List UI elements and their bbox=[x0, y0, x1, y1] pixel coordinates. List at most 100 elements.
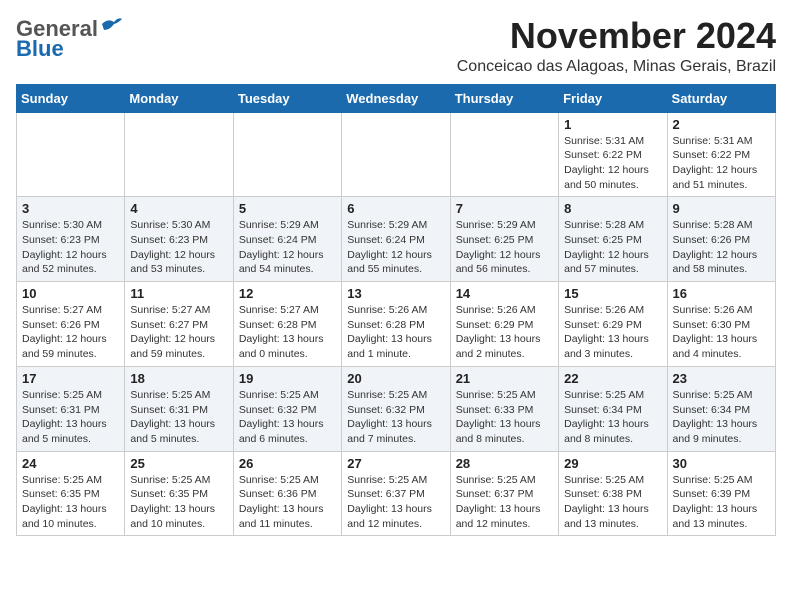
calendar-cell: 22Sunrise: 5:25 AM Sunset: 6:34 PM Dayli… bbox=[559, 366, 667, 451]
calendar-cell: 1 Sunrise: 5:31 AM Sunset: 6:22 PM Daylig… bbox=[559, 112, 667, 197]
day-number: 7 bbox=[456, 201, 553, 216]
day-info: Sunrise: 5:29 AM Sunset: 6:25 PM Dayligh… bbox=[456, 218, 553, 277]
calendar-cell: 21Sunrise: 5:25 AM Sunset: 6:33 PM Dayli… bbox=[450, 366, 558, 451]
day-number: 6 bbox=[347, 201, 444, 216]
day-number: 16 bbox=[673, 286, 770, 301]
day-info: Sunrise: 5:26 AM Sunset: 6:29 PM Dayligh… bbox=[564, 303, 661, 362]
day-info: Sunrise: 5:29 AM Sunset: 6:24 PM Dayligh… bbox=[347, 218, 444, 277]
calendar-cell: 14 Sunrise: 5:26 AM Sunset: 6:29 PM Dayli… bbox=[450, 282, 558, 367]
month-title: November 2024 bbox=[457, 16, 776, 56]
day-number: 19 bbox=[239, 371, 336, 386]
calendar-cell: 2Sunrise: 5:31 AM Sunset: 6:22 PM Daylig… bbox=[667, 112, 775, 197]
day-number: 25 bbox=[130, 456, 227, 471]
location-title: Conceicao das Alagoas, Minas Gerais, Bra… bbox=[457, 58, 776, 76]
calendar-cell: 8 Sunrise: 5:28 AM Sunset: 6:25 PM Daylig… bbox=[559, 197, 667, 282]
day-number: 30 bbox=[673, 456, 770, 471]
weekday-header-tuesday: Tuesday bbox=[233, 84, 341, 112]
calendar-cell: 7 Sunrise: 5:29 AM Sunset: 6:25 PM Daylig… bbox=[450, 197, 558, 282]
day-number: 15 bbox=[564, 286, 661, 301]
calendar-cell bbox=[450, 112, 558, 197]
calendar-week-row: 17 Sunrise: 5:25 AM Sunset: 6:31 PM Dayli… bbox=[17, 366, 776, 451]
calendar-cell: 19 Sunrise: 5:25 AM Sunset: 6:32 PM Dayli… bbox=[233, 366, 341, 451]
calendar-cell: 5 Sunrise: 5:29 AM Sunset: 6:24 PM Daylig… bbox=[233, 197, 341, 282]
weekday-header-thursday: Thursday bbox=[450, 84, 558, 112]
day-info: Sunrise: 5:27 AM Sunset: 6:27 PM Dayligh… bbox=[130, 303, 227, 362]
day-info: Sunrise: 5:29 AM Sunset: 6:24 PM Dayligh… bbox=[239, 218, 336, 277]
calendar-cell bbox=[233, 112, 341, 197]
day-info: Sunrise: 5:25 AM Sunset: 6:35 PM Dayligh… bbox=[130, 473, 227, 532]
calendar-cell: 4 Sunrise: 5:30 AM Sunset: 6:23 PM Daylig… bbox=[125, 197, 233, 282]
calendar-week-row: 24 Sunrise: 5:25 AM Sunset: 6:35 PM Dayli… bbox=[17, 451, 776, 536]
calendar-cell: 25 Sunrise: 5:25 AM Sunset: 6:35 PM Dayli… bbox=[125, 451, 233, 536]
day-number: 28 bbox=[456, 456, 553, 471]
calendar-cell: 27Sunrise: 5:25 AM Sunset: 6:37 PM Dayli… bbox=[342, 451, 450, 536]
day-info: Sunrise: 5:25 AM Sunset: 6:36 PM Dayligh… bbox=[239, 473, 336, 532]
calendar-cell: 29 Sunrise: 5:25 AM Sunset: 6:38 PM Dayli… bbox=[559, 451, 667, 536]
calendar-cell: 26 Sunrise: 5:25 AM Sunset: 6:36 PM Dayli… bbox=[233, 451, 341, 536]
day-info: Sunrise: 5:27 AM Sunset: 6:28 PM Dayligh… bbox=[239, 303, 336, 362]
day-info: Sunrise: 5:28 AM Sunset: 6:25 PM Dayligh… bbox=[564, 218, 661, 277]
day-info: Sunrise: 5:25 AM Sunset: 6:37 PM Dayligh… bbox=[456, 473, 553, 532]
calendar-cell: 12 Sunrise: 5:27 AM Sunset: 6:28 PM Dayli… bbox=[233, 282, 341, 367]
calendar-cell bbox=[125, 112, 233, 197]
logo-bird-icon bbox=[100, 16, 122, 34]
calendar-cell: 10Sunrise: 5:27 AM Sunset: 6:26 PM Dayli… bbox=[17, 282, 125, 367]
day-info: Sunrise: 5:25 AM Sunset: 6:35 PM Dayligh… bbox=[22, 473, 119, 532]
day-number: 24 bbox=[22, 456, 119, 471]
day-number: 22 bbox=[564, 371, 661, 386]
calendar-cell: 20 Sunrise: 5:25 AM Sunset: 6:32 PM Dayli… bbox=[342, 366, 450, 451]
calendar-cell: 15 Sunrise: 5:26 AM Sunset: 6:29 PM Dayli… bbox=[559, 282, 667, 367]
day-info: Sunrise: 5:25 AM Sunset: 6:34 PM Dayligh… bbox=[673, 388, 770, 447]
day-number: 23 bbox=[673, 371, 770, 386]
day-number: 1 bbox=[564, 117, 661, 132]
day-number: 26 bbox=[239, 456, 336, 471]
calendar-cell: 17 Sunrise: 5:25 AM Sunset: 6:31 PM Dayli… bbox=[17, 366, 125, 451]
day-number: 4 bbox=[130, 201, 227, 216]
day-info: Sunrise: 5:25 AM Sunset: 6:31 PM Dayligh… bbox=[22, 388, 119, 447]
calendar-cell: 30Sunrise: 5:25 AM Sunset: 6:39 PM Dayli… bbox=[667, 451, 775, 536]
calendar-cell bbox=[17, 112, 125, 197]
day-info: Sunrise: 5:26 AM Sunset: 6:30 PM Dayligh… bbox=[673, 303, 770, 362]
day-info: Sunrise: 5:25 AM Sunset: 6:32 PM Dayligh… bbox=[347, 388, 444, 447]
day-number: 5 bbox=[239, 201, 336, 216]
calendar-week-row: 10Sunrise: 5:27 AM Sunset: 6:26 PM Dayli… bbox=[17, 282, 776, 367]
calendar-cell: 3Sunrise: 5:30 AM Sunset: 6:23 PM Daylig… bbox=[17, 197, 125, 282]
day-info: Sunrise: 5:25 AM Sunset: 6:38 PM Dayligh… bbox=[564, 473, 661, 532]
day-info: Sunrise: 5:31 AM Sunset: 6:22 PM Dayligh… bbox=[564, 134, 661, 193]
day-info: Sunrise: 5:28 AM Sunset: 6:26 PM Dayligh… bbox=[673, 218, 770, 277]
logo-blue: Blue bbox=[16, 36, 64, 62]
calendar-cell: 9Sunrise: 5:28 AM Sunset: 6:26 PM Daylig… bbox=[667, 197, 775, 282]
weekday-header-saturday: Saturday bbox=[667, 84, 775, 112]
calendar-header-row: SundayMondayTuesdayWednesdayThursdayFrid… bbox=[17, 84, 776, 112]
weekday-header-sunday: Sunday bbox=[17, 84, 125, 112]
day-info: Sunrise: 5:26 AM Sunset: 6:28 PM Dayligh… bbox=[347, 303, 444, 362]
day-number: 20 bbox=[347, 371, 444, 386]
day-info: Sunrise: 5:30 AM Sunset: 6:23 PM Dayligh… bbox=[130, 218, 227, 277]
day-info: Sunrise: 5:26 AM Sunset: 6:29 PM Dayligh… bbox=[456, 303, 553, 362]
day-info: Sunrise: 5:30 AM Sunset: 6:23 PM Dayligh… bbox=[22, 218, 119, 277]
calendar-table: SundayMondayTuesdayWednesdayThursdayFrid… bbox=[16, 84, 776, 537]
day-number: 2 bbox=[673, 117, 770, 132]
day-info: Sunrise: 5:25 AM Sunset: 6:31 PM Dayligh… bbox=[130, 388, 227, 447]
calendar-week-row: 1 Sunrise: 5:31 AM Sunset: 6:22 PM Daylig… bbox=[17, 112, 776, 197]
calendar-cell: 11 Sunrise: 5:27 AM Sunset: 6:27 PM Dayli… bbox=[125, 282, 233, 367]
day-info: Sunrise: 5:25 AM Sunset: 6:33 PM Dayligh… bbox=[456, 388, 553, 447]
day-number: 17 bbox=[22, 371, 119, 386]
day-info: Sunrise: 5:25 AM Sunset: 6:32 PM Dayligh… bbox=[239, 388, 336, 447]
calendar-cell: 24 Sunrise: 5:25 AM Sunset: 6:35 PM Dayli… bbox=[17, 451, 125, 536]
day-number: 14 bbox=[456, 286, 553, 301]
calendar-cell: 23 Sunrise: 5:25 AM Sunset: 6:34 PM Dayli… bbox=[667, 366, 775, 451]
calendar-cell bbox=[342, 112, 450, 197]
logo: General Blue bbox=[16, 16, 122, 62]
header: General Blue November 2024 Conceicao das… bbox=[16, 16, 776, 76]
day-number: 12 bbox=[239, 286, 336, 301]
day-number: 8 bbox=[564, 201, 661, 216]
calendar-cell: 6 Sunrise: 5:29 AM Sunset: 6:24 PM Daylig… bbox=[342, 197, 450, 282]
weekday-header-friday: Friday bbox=[559, 84, 667, 112]
day-number: 11 bbox=[130, 286, 227, 301]
day-number: 13 bbox=[347, 286, 444, 301]
weekday-header-monday: Monday bbox=[125, 84, 233, 112]
calendar-cell: 28 Sunrise: 5:25 AM Sunset: 6:37 PM Dayli… bbox=[450, 451, 558, 536]
calendar-cell: 13 Sunrise: 5:26 AM Sunset: 6:28 PM Dayli… bbox=[342, 282, 450, 367]
day-number: 29 bbox=[564, 456, 661, 471]
